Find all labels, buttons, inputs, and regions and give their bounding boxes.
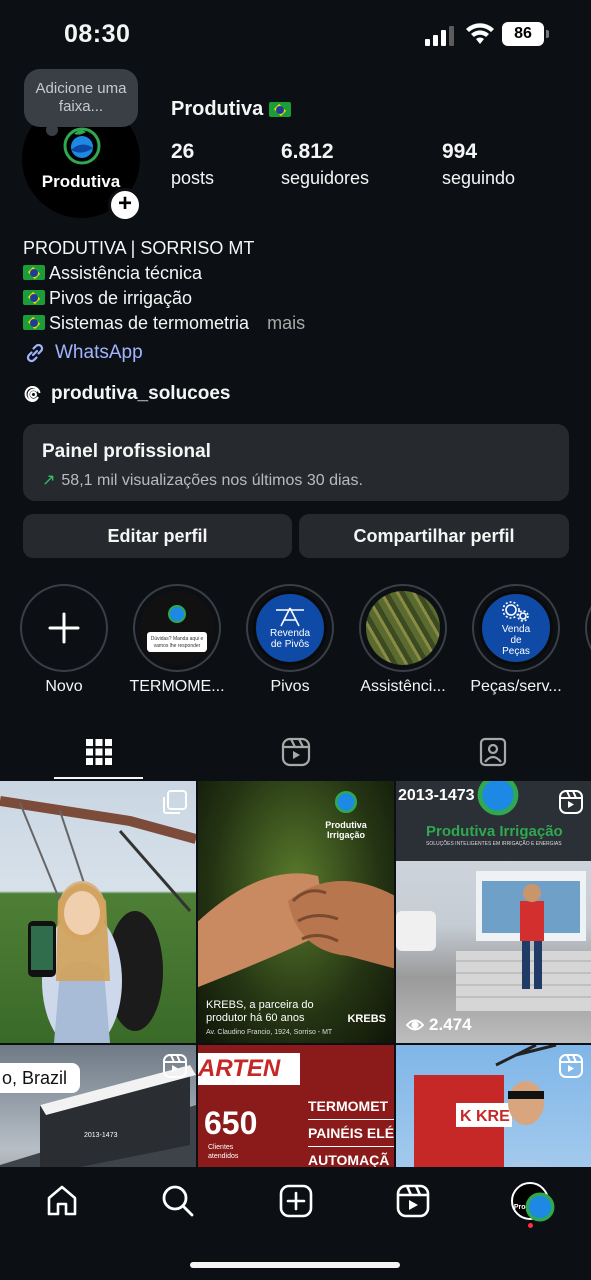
trend-up-icon: ↗ (42, 472, 56, 489)
search-icon (162, 1185, 194, 1217)
post-tile[interactable]: Produtiva Irrigação KREBS, a parceira do… (198, 781, 394, 1043)
bio-line: Sistemas de termometria mais (23, 311, 305, 336)
tab-grid[interactable] (0, 725, 197, 779)
post-item: AUTOMAÇÃ (308, 1147, 394, 1167)
posts-grid: Produtiva Irrigação KREBS, a parceira do… (0, 781, 591, 1167)
whatsapp-link[interactable]: WhatsApp (23, 341, 143, 365)
post-item: TERMOMET (308, 1093, 394, 1120)
create-icon (279, 1184, 313, 1218)
bio-line: Pivos de irrigação (23, 286, 305, 311)
produtiva-logo-icon (63, 127, 101, 165)
reels-icon (163, 1054, 187, 1078)
post-banner: ARTEN (198, 1053, 300, 1085)
home-icon (47, 1185, 77, 1216)
highlight-label: Assistênci... (360, 678, 446, 695)
professional-dashboard[interactable]: Painel profissional ↗ 58,1 mil visualizaç… (23, 424, 569, 501)
location-sticker: o, Brazil (0, 1063, 80, 1093)
post-item: PAINÉIS ELÉ (308, 1120, 394, 1147)
produtiva-logo-icon (477, 781, 519, 816)
tagged-icon (479, 737, 506, 767)
post-tile[interactable]: 2013-1473 o, Brazil (0, 1045, 196, 1167)
stat-followers[interactable]: 6.812 seguidores (281, 140, 369, 189)
post-footer: Av. Claudino Francio, 1924, Sorriso - MT (206, 1029, 333, 1036)
wifi-icon (466, 23, 494, 44)
nav-home[interactable] (42, 1181, 82, 1221)
cellular-signal-icon (425, 26, 454, 46)
link-icon (26, 343, 44, 363)
nav-create[interactable] (276, 1181, 316, 1221)
highlight-label: TERMOME... (129, 678, 225, 695)
stat-posts[interactable]: 26 posts (171, 140, 214, 189)
highlight-assistencia[interactable]: Assistênci... (359, 584, 447, 695)
post-items: TERMOMET PAINÉIS ELÉ AUTOMAÇÃ (308, 1093, 394, 1167)
eye-icon (406, 1019, 424, 1031)
highlight-cover-card: Dúvidas? Manda aqui e vamos lhe responde… (147, 632, 207, 652)
highlight-pecas[interactable]: Venda de Peças Peças/serv... (470, 584, 562, 695)
plus-icon (48, 612, 80, 644)
nav-search[interactable] (158, 1181, 198, 1221)
tab-tagged[interactable] (394, 725, 591, 779)
nav-profile[interactable]: Produtiva (510, 1181, 555, 1222)
add-note-bubble[interactable]: Adicione uma faixa... (24, 69, 138, 136)
post-caption: KREBS, a parceira do produtor há 60 anos (206, 999, 314, 1024)
panel-subtitle: ↗ 58,1 mil visualizações nos últimos 30 d… (42, 472, 363, 489)
stat-following[interactable]: 994 seguindo (442, 140, 515, 189)
highlight-termometria[interactable]: Dúvidas? Manda aqui e vamos lhe responde… (129, 584, 225, 695)
nav-reels[interactable] (393, 1181, 433, 1221)
brazil-flag-icon (269, 102, 292, 118)
krebs-logo: KREBS (347, 1013, 386, 1025)
bio-line: Assistência técnica (23, 261, 305, 286)
highlight-label: Pivos (270, 678, 310, 695)
reel-views: 2.474 (406, 1015, 472, 1035)
grid-icon (85, 739, 112, 765)
highlight-pivos[interactable]: Revenda de Pivôs Pivos (246, 584, 334, 695)
post-tile[interactable]: ARTEN 650 Clientes atendidos TERMOMET PA… (198, 1045, 394, 1167)
svg-text:K KRE: K KRE (460, 1108, 510, 1125)
threads-icon (24, 386, 41, 403)
share-profile-button[interactable]: Compartilhar perfil (299, 514, 569, 558)
reels-icon (559, 1054, 583, 1078)
add-story-button[interactable]: + (108, 188, 142, 222)
highlight-label: Peças/serv... (470, 678, 562, 695)
notification-dot (528, 1223, 533, 1228)
status-time: 08:30 (64, 20, 131, 48)
carousel-icon (163, 790, 187, 814)
bio-more-link[interactable]: mais (267, 313, 305, 333)
produtiva-logo-icon (168, 605, 186, 623)
gears-icon (502, 600, 529, 622)
profile-bio: PRODUTIVA | SORRISO MT Assistência técni… (23, 236, 305, 336)
highlight-label: Novo (45, 678, 83, 695)
reels-icon (396, 1184, 430, 1218)
post-image (0, 796, 196, 1043)
highlight-partial[interactable]: P (585, 584, 591, 672)
pivot-tower-icon (276, 607, 304, 627)
post-tile[interactable]: K KRE (396, 1045, 591, 1167)
highlight-cover: Venda de Peças (479, 591, 553, 665)
post-tile[interactable] (0, 781, 196, 1043)
profile-avatar-small: Produtiva (511, 1182, 555, 1222)
profile-username: Produtiva (171, 98, 292, 121)
tab-reels[interactable] (197, 725, 394, 779)
post-number-caption: Clientes atendidos (208, 1144, 239, 1160)
post-tile[interactable]: 2013-1473 Produtiva Irrigação SOLUÇÕES I… (396, 781, 591, 1043)
bio-title: PRODUTIVA | SORRISO MT (23, 238, 255, 258)
brazil-flag-icon (23, 265, 45, 280)
reels-icon (559, 790, 583, 814)
home-indicator[interactable] (190, 1262, 400, 1268)
highlight-new[interactable]: Novo (20, 584, 108, 695)
panel-title: Painel profissional (42, 441, 211, 462)
battery-icon: 86 (502, 22, 549, 46)
threads-link[interactable]: produtiva_solucoes (23, 383, 231, 405)
brazil-flag-icon (23, 315, 45, 330)
status-bar: 08:30 86 (0, 0, 591, 70)
profile-tabs (0, 725, 591, 779)
highlight-cover: Revenda de Pivôs (253, 591, 327, 665)
post-number: 650 (204, 1105, 258, 1141)
highlight-cover (366, 591, 440, 665)
svg-text:2013-1473: 2013-1473 (84, 1132, 118, 1139)
reels-icon (281, 737, 310, 767)
edit-profile-button[interactable]: Editar perfil (23, 514, 292, 558)
brazil-flag-icon (23, 290, 45, 305)
produtiva-logo-icon (525, 1192, 555, 1222)
